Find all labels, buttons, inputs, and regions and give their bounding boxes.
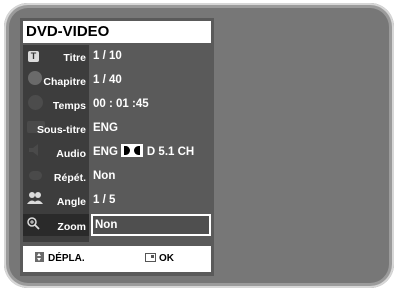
enter-icon bbox=[145, 253, 156, 262]
audio-language: ENG bbox=[93, 146, 118, 158]
menu-row-subtitle[interactable]: Sous-titre ENG bbox=[23, 117, 211, 139]
row-label: Répét. bbox=[53, 172, 86, 184]
row-value: ENG bbox=[93, 122, 118, 134]
zoom-icon bbox=[27, 217, 40, 230]
row-value: 1 / 10 bbox=[93, 50, 122, 62]
menu-row-time[interactable]: Temps 00 : 01 :45 bbox=[23, 93, 211, 115]
menu-row-angle[interactable]: Angle 1 / 5 bbox=[23, 189, 211, 211]
row-value: 1 / 40 bbox=[93, 74, 122, 86]
up-down-arrows-icon bbox=[35, 252, 44, 262]
menu-title: DVD-VIDEO bbox=[23, 21, 211, 43]
menu-row-title[interactable]: T Titre 1 / 10 bbox=[23, 45, 211, 67]
row-value: Non bbox=[95, 219, 118, 231]
menu-footer: DÉPLA. OK bbox=[23, 246, 211, 272]
tv-screen: DVD-VIDEO T Titre 1 / 10 Chapitre 1 / 40… bbox=[4, 3, 394, 288]
ok-hint-label: OK bbox=[159, 253, 174, 264]
row-label: Chapitre bbox=[43, 76, 86, 88]
move-hint: DÉPLA. bbox=[35, 246, 85, 272]
row-value: Non bbox=[93, 170, 116, 182]
row-label: Temps bbox=[52, 100, 86, 112]
menu-row-chapter[interactable]: Chapitre 1 / 40 bbox=[23, 69, 211, 91]
menu-row-audio[interactable]: Audio ENG D 5.1 CH bbox=[23, 141, 211, 163]
row-value: 1 / 5 bbox=[93, 194, 116, 206]
row-label: Audio bbox=[56, 148, 86, 160]
row-value: ENG D 5.1 CH bbox=[93, 141, 194, 163]
row-label: Titre bbox=[63, 52, 86, 64]
move-hint-label: DÉPLA. bbox=[48, 253, 85, 264]
ok-hint: OK bbox=[145, 246, 174, 272]
audio-format: D 5.1 CH bbox=[146, 146, 195, 158]
menu-row-repeat[interactable]: Répét. Non bbox=[23, 165, 211, 187]
dolby-digital-icon bbox=[120, 144, 143, 157]
dvd-info-menu: DVD-VIDEO T Titre 1 / 10 Chapitre 1 / 40… bbox=[20, 18, 214, 276]
row-label: Sous-titre bbox=[36, 124, 86, 136]
row-label: Angle bbox=[56, 196, 86, 208]
row-value: 00 : 01 :45 bbox=[93, 98, 149, 110]
menu-row-zoom[interactable]: Zoom Non bbox=[23, 214, 211, 236]
